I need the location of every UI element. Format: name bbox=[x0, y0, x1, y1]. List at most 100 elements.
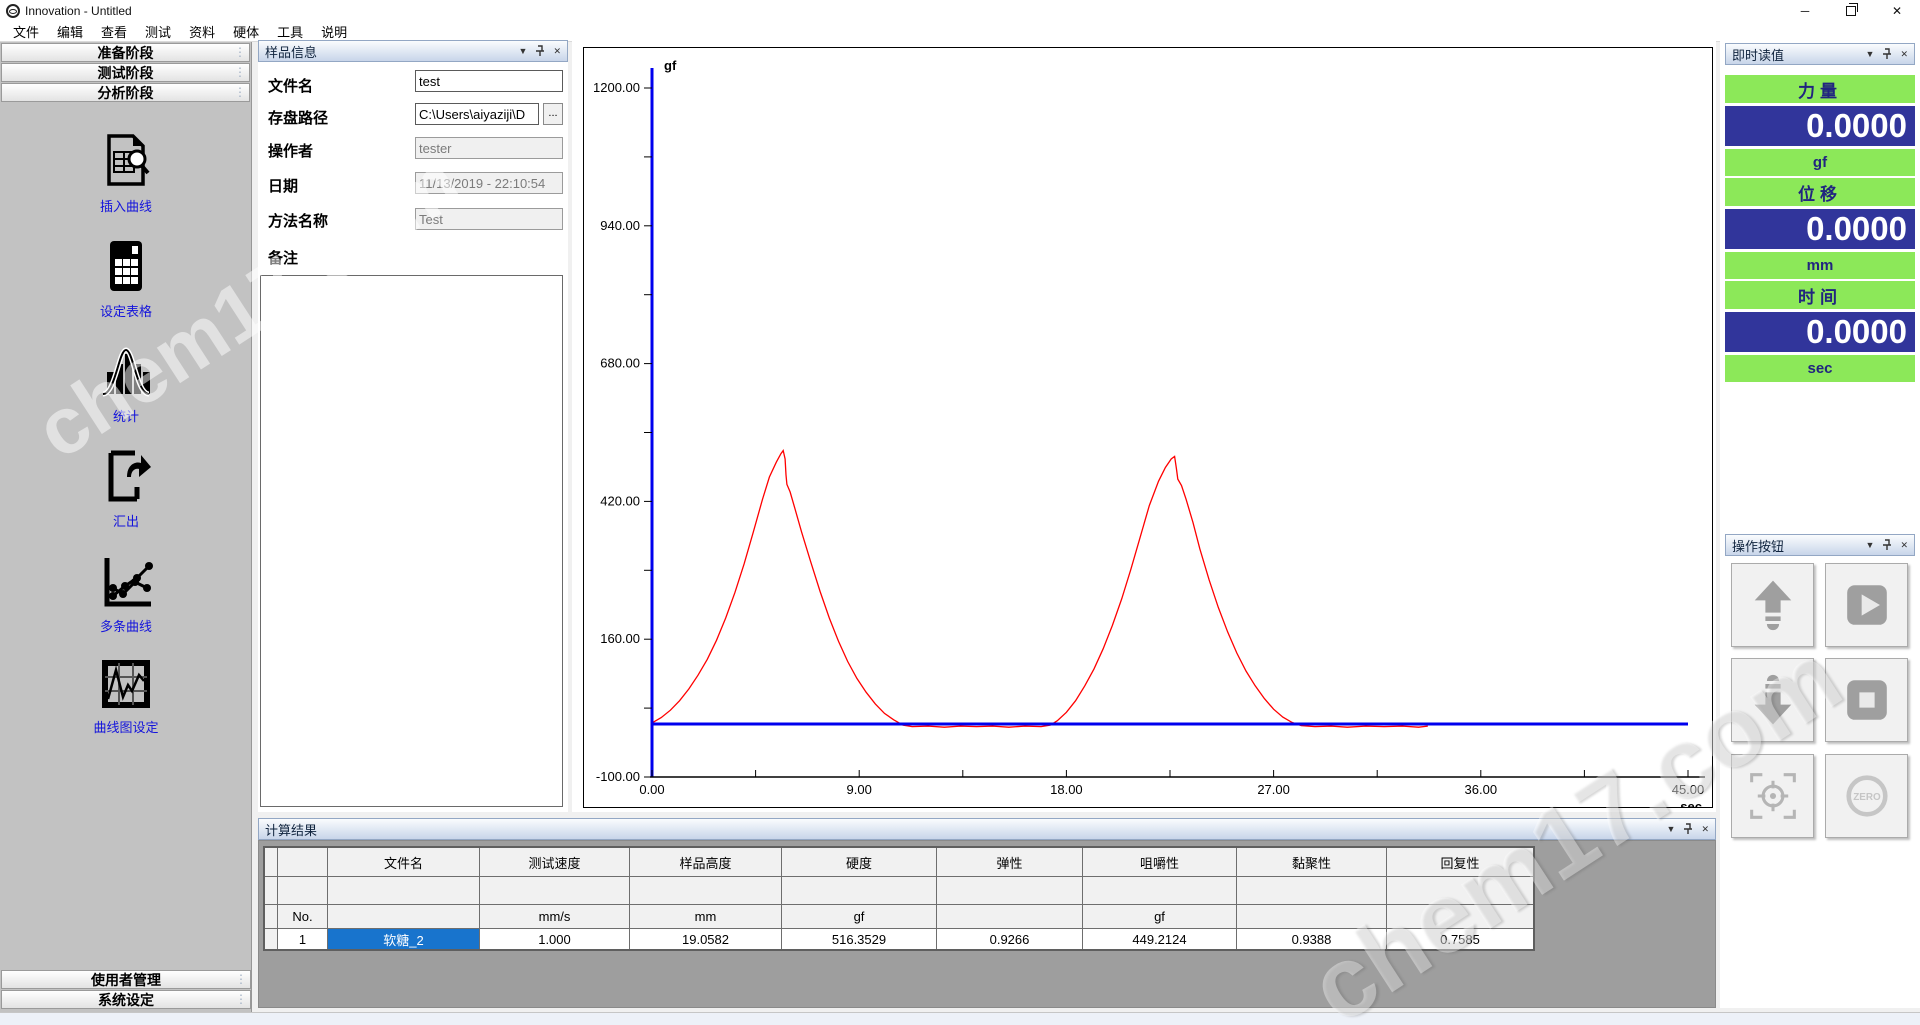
sidebar-tab-prepare[interactable]: 准备阶段 bbox=[1, 43, 250, 62]
stop-button[interactable] bbox=[1825, 658, 1908, 742]
row-marker-header bbox=[265, 905, 277, 928]
tool-statistics[interactable]: 统计 bbox=[97, 342, 155, 425]
empty-header-cell bbox=[937, 877, 1082, 904]
sample-info-header: 样品信息 ▼ ✕ bbox=[258, 40, 568, 62]
tool-label: 插入曲线 bbox=[100, 196, 152, 215]
results-header: 计算结果 ▼ ✕ bbox=[258, 818, 1716, 840]
collapse-icon[interactable]: ▼ bbox=[1866, 541, 1875, 550]
close-panel-icon[interactable]: ✕ bbox=[1900, 541, 1908, 550]
empty-header-cell bbox=[782, 877, 936, 904]
tool-label: 统计 bbox=[113, 406, 139, 425]
browse-button[interactable]: ... bbox=[543, 103, 563, 125]
readouts-title: 即时读值 bbox=[1732, 45, 1784, 64]
remarks-textarea[interactable] bbox=[260, 275, 563, 807]
empty-header-cell bbox=[1237, 877, 1386, 904]
controls-header: 操作按钮 ▼ ✕ bbox=[1725, 534, 1915, 556]
tool-export[interactable]: 汇出 bbox=[97, 447, 155, 530]
row-number-cell[interactable]: 1 bbox=[278, 929, 327, 949]
svg-text:1200.00: 1200.00 bbox=[593, 80, 640, 95]
zero-button[interactable]: ZERO bbox=[1825, 754, 1908, 838]
method-name-input bbox=[415, 208, 563, 230]
column-header-6: 黏聚性 bbox=[1237, 848, 1386, 876]
menu-view[interactable]: 查看 bbox=[92, 22, 136, 41]
collapse-icon[interactable]: ▼ bbox=[1866, 50, 1875, 59]
value-cell-2[interactable]: 516.3529 bbox=[782, 929, 936, 949]
unit-cell-3: gf bbox=[782, 905, 936, 928]
sidebar-tab-system-settings[interactable]: 系统设定 bbox=[1, 990, 251, 1009]
home-position-button[interactable] bbox=[1731, 754, 1814, 838]
insert-curve-icon bbox=[97, 132, 155, 190]
zero-icon: ZERO bbox=[1835, 764, 1899, 828]
time-label: 时间 bbox=[1725, 281, 1915, 309]
chart-panel: 0.009.0018.0027.0036.0045.00sec1200.0094… bbox=[572, 40, 1716, 812]
empty-header-cell bbox=[265, 877, 277, 904]
sidebar-tools: 插入曲线 设定表格 bbox=[0, 110, 252, 736]
unit-cell-6 bbox=[1237, 905, 1386, 928]
sidebar-tab-test[interactable]: 测试阶段 bbox=[1, 63, 250, 82]
row-marker[interactable] bbox=[265, 929, 277, 949]
move-up-button[interactable] bbox=[1731, 563, 1814, 647]
export-icon bbox=[97, 447, 155, 505]
tool-insert-curve[interactable]: 插入曲线 bbox=[97, 132, 155, 215]
table-setup-icon bbox=[97, 237, 155, 295]
value-cell-3[interactable]: 0.9266 bbox=[937, 929, 1082, 949]
statistics-icon bbox=[97, 342, 155, 400]
close-panel-icon[interactable]: ✕ bbox=[1701, 825, 1709, 834]
tool-chart-settings[interactable]: 曲线图设定 bbox=[93, 657, 158, 736]
menu-test[interactable]: 测试 bbox=[136, 22, 180, 41]
value-cell-6[interactable]: 0.7585 bbox=[1387, 929, 1533, 949]
menu-file[interactable]: 文件 bbox=[4, 22, 48, 41]
menu-data[interactable]: 资料 bbox=[180, 22, 224, 41]
pin-icon[interactable] bbox=[535, 45, 545, 57]
file-name-cell[interactable]: 软糖_2 bbox=[328, 929, 479, 949]
menu-hardware[interactable]: 硬体 bbox=[224, 22, 268, 41]
restore-icon[interactable] bbox=[1828, 0, 1874, 22]
pin-icon[interactable] bbox=[1683, 823, 1693, 835]
pin-icon[interactable] bbox=[1882, 539, 1892, 551]
titlebar: Innovation - Untitled ─ ✕ bbox=[0, 0, 1920, 22]
value-cell-0[interactable]: 1.000 bbox=[480, 929, 629, 949]
pin-icon[interactable] bbox=[1882, 48, 1892, 60]
unit-cell-7 bbox=[1387, 905, 1533, 928]
force-label: 力量 bbox=[1725, 75, 1915, 103]
run-button[interactable] bbox=[1825, 563, 1908, 647]
row-marker-header bbox=[265, 848, 277, 876]
value-cell-5[interactable]: 0.9388 bbox=[1237, 929, 1386, 949]
tool-label: 曲线图设定 bbox=[93, 717, 158, 736]
tool-table-setup[interactable]: 设定表格 bbox=[97, 237, 155, 320]
close-panel-icon[interactable]: ✕ bbox=[1900, 50, 1908, 59]
menu-help[interactable]: 说明 bbox=[312, 22, 356, 41]
force-unit: gf bbox=[1725, 149, 1915, 176]
controls-title: 操作按钮 bbox=[1732, 536, 1784, 555]
svg-text:940.00: 940.00 bbox=[600, 218, 640, 233]
value-cell-1[interactable]: 19.0582 bbox=[630, 929, 781, 949]
menu-edit[interactable]: 编辑 bbox=[48, 22, 92, 41]
menu-tools[interactable]: 工具 bbox=[268, 22, 312, 41]
unit-cell-2: mm bbox=[630, 905, 781, 928]
close-icon[interactable]: ✕ bbox=[1874, 0, 1920, 22]
filename-input[interactable] bbox=[415, 70, 563, 92]
column-header-2: 样品高度 bbox=[630, 848, 781, 876]
svg-text:18.00: 18.00 bbox=[1050, 782, 1083, 797]
date-label: 日期 bbox=[268, 175, 298, 196]
collapse-icon[interactable]: ▼ bbox=[1667, 825, 1676, 834]
column-header-5: 咀嚼性 bbox=[1083, 848, 1236, 876]
save-path-input[interactable] bbox=[415, 103, 539, 125]
date-input bbox=[415, 172, 563, 194]
value-cell-4[interactable]: 449.2124 bbox=[1083, 929, 1236, 949]
tool-multi-curve[interactable]: 多条曲线 bbox=[97, 552, 155, 635]
empty-header-cell bbox=[328, 877, 479, 904]
sidebar: 准备阶段 测试阶段 分析阶段 插入曲线 bbox=[0, 42, 252, 1012]
empty-header-cell bbox=[1083, 877, 1236, 904]
sidebar-tab-user-management[interactable]: 使用者管理 bbox=[1, 970, 251, 989]
chart-settings-icon bbox=[99, 657, 153, 711]
no-column-header bbox=[278, 848, 327, 876]
no-label-cell: No. bbox=[278, 905, 327, 928]
sidebar-tab-analysis[interactable]: 分析阶段 bbox=[1, 83, 250, 102]
move-down-button[interactable] bbox=[1731, 658, 1814, 742]
collapse-icon[interactable]: ▼ bbox=[519, 47, 528, 56]
minimize-icon[interactable]: ─ bbox=[1782, 0, 1828, 22]
readouts: 力量 0.0000 gf 位移 0.0000 mm 时间 0.0000 sec bbox=[1725, 75, 1915, 384]
close-panel-icon[interactable]: ✕ bbox=[553, 47, 561, 56]
unit-cell-0 bbox=[328, 905, 479, 928]
